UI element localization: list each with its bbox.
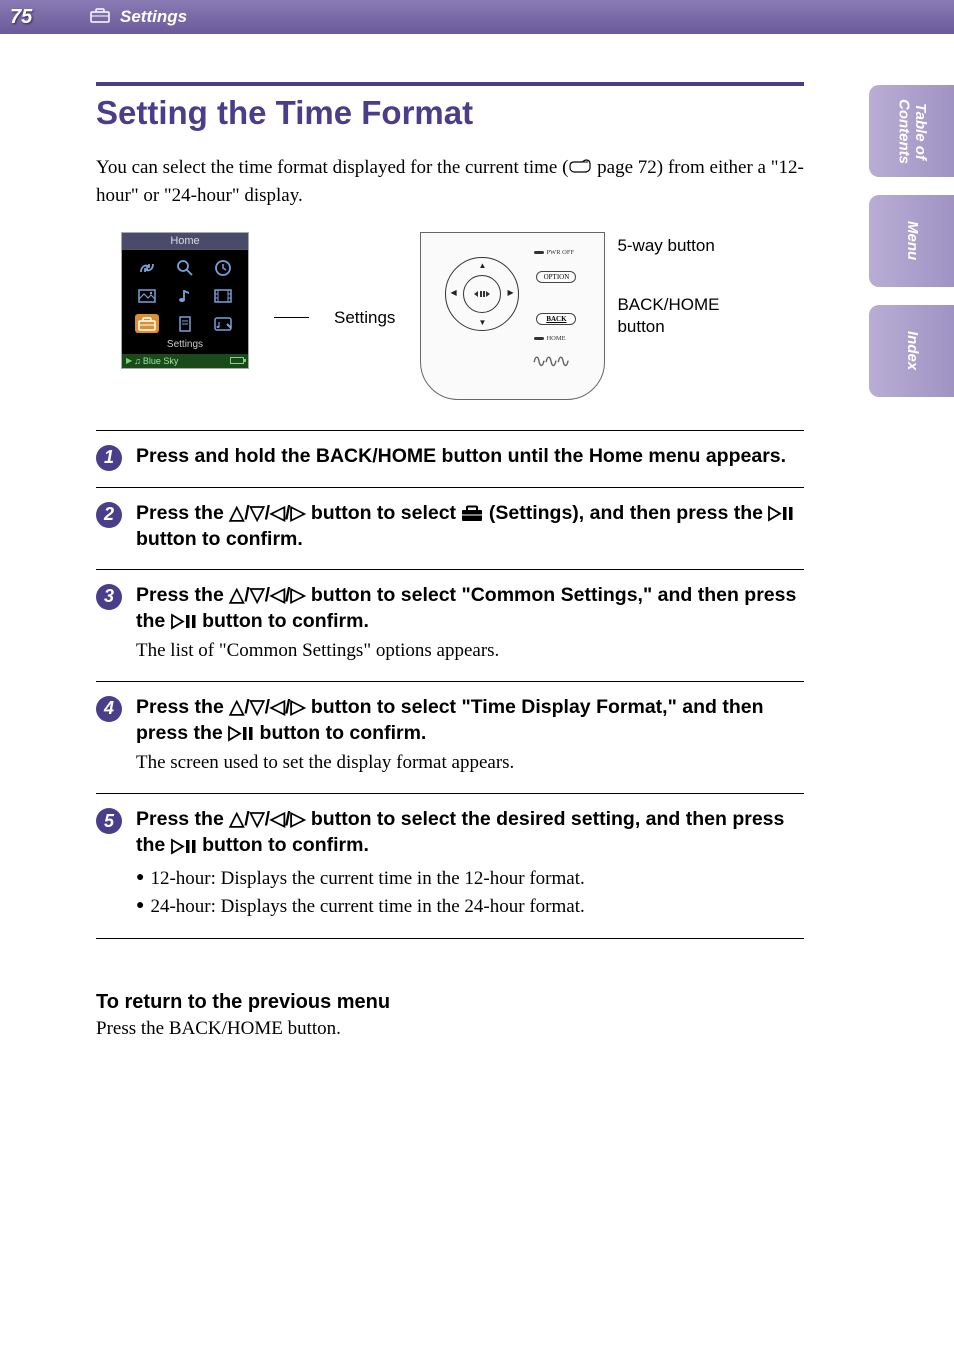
device-screen-mock: Home Settings ▶♫Blue Sky [121, 232, 249, 369]
initial-search-icon [177, 260, 193, 276]
toolbox-icon [90, 7, 110, 28]
right-arrow-icon: ▶ [507, 288, 513, 297]
callout-line [274, 317, 309, 318]
music-icon [178, 288, 192, 304]
step-description: The screen used to set the display forma… [136, 750, 804, 777]
return-title: To return to the previous menu [96, 991, 804, 1014]
photo-icon [138, 289, 156, 303]
note-icon: ♫ [134, 356, 141, 366]
header-section-title: Settings [120, 7, 187, 27]
page-header: 75 Settings [0, 0, 954, 34]
now-playing-text: Blue Sky [143, 356, 179, 366]
step-description: The list of "Common Settings" options ap… [136, 638, 804, 665]
playlists-icon [178, 316, 192, 332]
play-pause-icon [171, 839, 197, 854]
step-title: Press the △/▽/◁/▷ button to select "Comm… [136, 582, 804, 635]
callout-back-home: BACK/HOME button [617, 294, 719, 338]
battery-icon [230, 357, 244, 364]
bullet-text: 24-hour: Displays the current time in th… [150, 893, 584, 922]
play-indicator-icon: ▶ [126, 356, 132, 365]
step-number-badge: 1 [96, 445, 122, 471]
step-bullets: ●12-hour: Displays the current time in t… [136, 865, 804, 922]
direction-arrows-glyph: △/▽/◁/▷ [229, 696, 305, 718]
step-4: 4 Press the △/▽/◁/▷ button to select "Ti… [96, 681, 804, 793]
settings-icon-highlighted [135, 314, 159, 333]
direction-arrows-glyph: △/▽/◁/▷ [229, 584, 305, 606]
step-number-badge: 2 [96, 502, 122, 528]
step-3: 3 Press the △/▽/◁/▷ button to select "Co… [96, 569, 804, 681]
direction-arrows-glyph: △/▽/◁/▷ [229, 808, 305, 830]
video-icon [214, 289, 232, 303]
return-text: Press the BACK/HOME button. [96, 1018, 804, 1040]
toolbox-icon [461, 502, 483, 524]
callout-5way: 5-way button [617, 236, 719, 256]
title-rule [96, 82, 804, 86]
left-arrow-icon: ◀ [450, 288, 456, 297]
direction-arrows-glyph: △/▽/◁/▷ [229, 502, 305, 524]
callout-settings: Settings [334, 308, 395, 328]
step-number-badge: 3 [96, 584, 122, 610]
up-arrow-icon: ▲ [478, 261, 486, 270]
down-arrow-icon: ▼ [478, 318, 486, 327]
bullet-icon: ● [136, 865, 144, 894]
pwr-off-label: PWR OFF [534, 249, 574, 256]
diagrams-row: Home Settings ▶♫Blue Sky Settings [96, 232, 804, 400]
step-5: 5 Press the △/▽/◁/▷ button to select the… [96, 793, 804, 939]
play-pause-icon [228, 726, 254, 741]
back-button: BACK [536, 313, 576, 325]
bullet-icon: ● [136, 893, 144, 922]
screen-title: Home [122, 233, 248, 250]
tab-menu[interactable]: Menu [869, 195, 954, 287]
play-pause-icon [171, 614, 197, 629]
decorative-squiggle: ∿∿∿ [531, 351, 567, 372]
return-section: To return to the previous menu Press the… [96, 991, 804, 1040]
pointing-hand-icon [568, 155, 592, 183]
step-title: Press and hold the BACK/HOME button unti… [136, 443, 804, 469]
device-callouts: 5-way button BACK/HOME button [617, 232, 719, 338]
now-playing-icon [214, 317, 232, 331]
step-title: Press the △/▽/◁/▷ button to select the d… [136, 806, 804, 859]
steps-list: 1 Press and hold the BACK/HOME button un… [96, 430, 804, 939]
page-title: Setting the Time Format [96, 94, 804, 132]
step-number-badge: 5 [96, 808, 122, 834]
tab-index[interactable]: Index [869, 305, 954, 397]
intro-text: You can select the time format displayed… [96, 154, 804, 210]
content: Setting the Time Format You can select t… [0, 34, 954, 1040]
step-title: Press the △/▽/◁/▷ button to select "Time… [136, 694, 804, 747]
step-number-badge: 4 [96, 696, 122, 722]
device-body-mock: ▲ ▼ ◀ ▶ PWR OFF OPTION BACK HOME ∿∿∿ [420, 232, 605, 400]
side-tabs: Table ofContents Menu Index [869, 85, 954, 397]
screen-status-bar: ▶♫Blue Sky [122, 354, 248, 368]
step-2: 2 Press the △/▽/◁/▷ button to select (Se… [96, 487, 804, 569]
play-pause-icon [768, 506, 794, 521]
tab-table-of-contents[interactable]: Table ofContents [869, 85, 954, 177]
step-title: Press the △/▽/◁/▷ button to select (Sett… [136, 500, 804, 553]
screen-selected-label: Settings [122, 338, 248, 354]
bullet-text: 12-hour: Displays the current time in th… [150, 865, 584, 894]
intelligent-shuffle-icon [138, 260, 156, 276]
option-button: OPTION [536, 271, 576, 283]
step-1: 1 Press and hold the BACK/HOME button un… [96, 430, 804, 487]
page-number: 75 [10, 6, 70, 29]
clock-icon [215, 260, 231, 276]
home-label: HOME [534, 335, 565, 342]
